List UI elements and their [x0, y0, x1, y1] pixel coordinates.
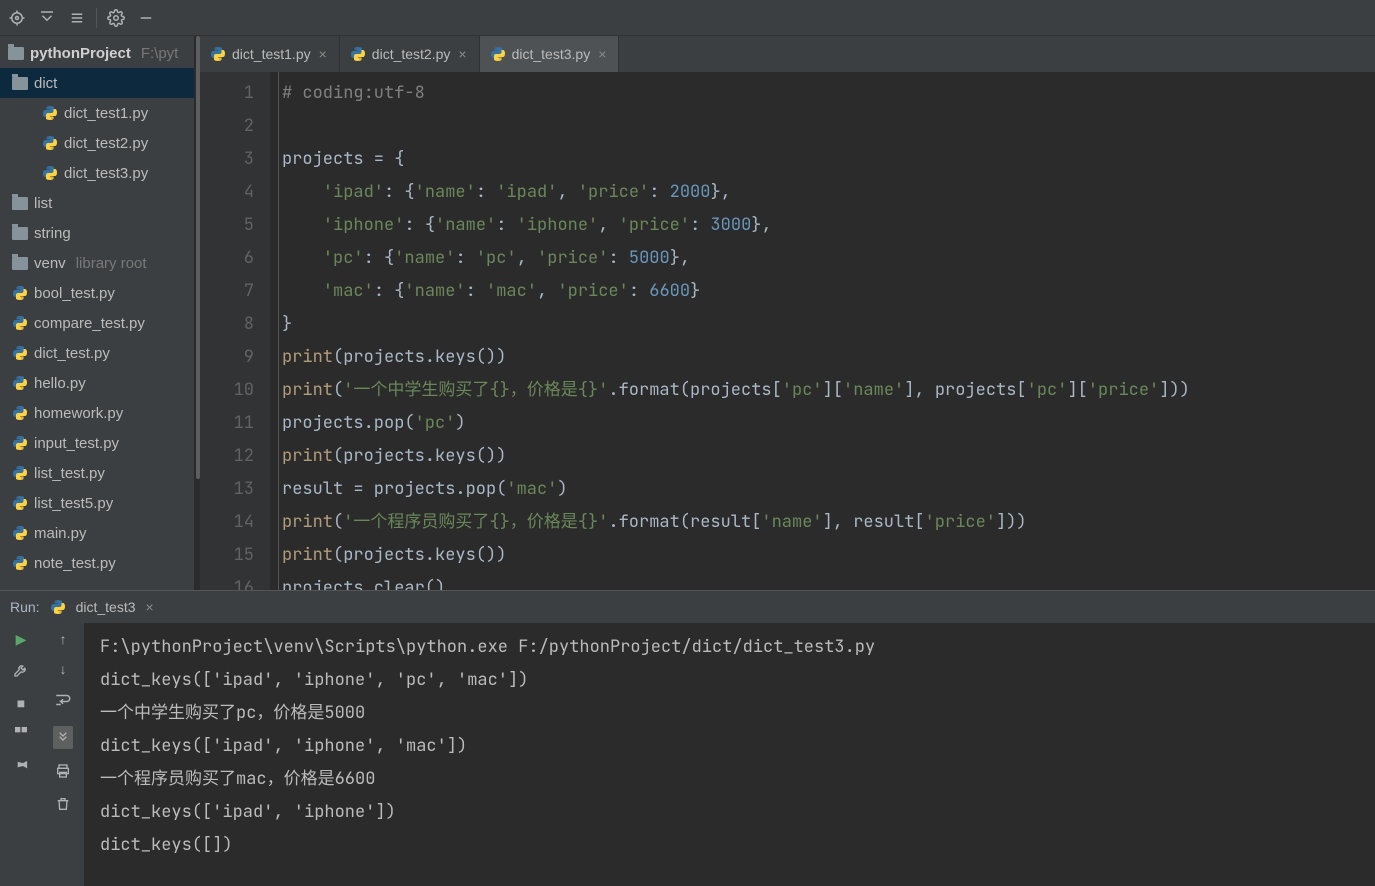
file-label: dict_test1.py: [64, 105, 148, 122]
python-icon: [12, 345, 28, 361]
file-label: dict_test2.py: [64, 135, 148, 152]
folder-hint: library root: [76, 255, 147, 272]
stop-icon[interactable]: ■: [17, 695, 25, 711]
folder-icon: [12, 197, 28, 210]
file-label: homework.py: [34, 405, 123, 422]
python-icon: [12, 525, 28, 541]
file-label: list_test.py: [34, 465, 105, 482]
wrench-icon[interactable]: [13, 662, 29, 681]
python-icon: [12, 285, 28, 301]
close-icon[interactable]: ×: [456, 46, 468, 62]
file-label: dict_test3.py: [64, 165, 148, 182]
editor-tabs: dict_test1.py×dict_test2.py×dict_test3.p…: [200, 36, 1375, 72]
minimize-icon[interactable]: [135, 7, 157, 29]
pin-icon[interactable]: [13, 758, 29, 777]
editor-tab[interactable]: dict_test1.py ×: [200, 36, 340, 72]
python-icon: [12, 375, 28, 391]
tab-label: dict_test3.py: [512, 46, 591, 62]
folder-node[interactable]: list: [0, 188, 200, 218]
file-label: dict_test.py: [34, 345, 110, 362]
target-icon[interactable]: [6, 7, 28, 29]
python-icon: [42, 105, 58, 121]
file-node[interactable]: dict_test.py: [0, 338, 200, 368]
file-node[interactable]: dict_test2.py: [0, 128, 200, 158]
down-icon[interactable]: ↓: [60, 661, 67, 677]
tab-label: dict_test2.py: [372, 46, 451, 62]
editor-tab[interactable]: dict_test3.py ×: [480, 36, 620, 72]
file-node[interactable]: dict_test1.py: [0, 98, 200, 128]
select-opened-icon[interactable]: [36, 7, 58, 29]
python-icon: [42, 135, 58, 151]
soft-wrap-icon[interactable]: [54, 691, 72, 712]
file-node[interactable]: list_test.py: [0, 458, 200, 488]
print-icon[interactable]: [55, 763, 71, 782]
close-icon[interactable]: ×: [146, 599, 154, 615]
file-label: compare_test.py: [34, 315, 145, 332]
collapse-all-icon[interactable]: [66, 7, 88, 29]
project-root-label: pythonProject: [30, 45, 131, 62]
close-icon[interactable]: ×: [596, 46, 608, 62]
python-icon: [42, 165, 58, 181]
folder-node[interactable]: venv library root: [0, 248, 200, 278]
folder-icon: [12, 227, 28, 240]
python-icon: [50, 599, 66, 615]
up-icon[interactable]: ↑: [60, 631, 67, 647]
run-label: Run:: [10, 599, 40, 615]
file-node[interactable]: main.py: [0, 518, 200, 548]
file-label: bool_test.py: [34, 285, 115, 302]
run-icon[interactable]: ▶: [16, 631, 27, 648]
project-root-hint: F:\pyt: [141, 45, 179, 62]
folder-dict[interactable]: dict: [0, 68, 200, 98]
scroll-to-end-icon[interactable]: [53, 726, 73, 749]
gutter: 12345678910111213141516: [200, 72, 270, 590]
python-icon: [12, 435, 28, 451]
code-editor[interactable]: # coding:utf-8 projects = { 'ipad': {'na…: [270, 72, 1375, 590]
python-icon: [12, 465, 28, 481]
file-node[interactable]: hello.py: [0, 368, 200, 398]
python-icon: [490, 46, 506, 62]
file-node[interactable]: dict_test3.py: [0, 158, 200, 188]
python-icon: [350, 46, 366, 62]
project-toolbar: [0, 0, 1375, 36]
file-node[interactable]: compare_test.py: [0, 308, 200, 338]
editor-tab[interactable]: dict_test2.py ×: [340, 36, 480, 72]
layout-icon[interactable]: [13, 725, 29, 744]
file-node[interactable]: bool_test.py: [0, 278, 200, 308]
folder-icon: [8, 47, 24, 60]
file-node[interactable]: note_test.py: [0, 548, 200, 578]
python-icon: [12, 555, 28, 571]
folder-label: string: [34, 225, 71, 242]
project-root[interactable]: pythonProject F:\pyt: [0, 38, 200, 68]
file-label: input_test.py: [34, 435, 119, 452]
folder-icon: [12, 77, 28, 90]
run-output[interactable]: F:\pythonProject\venv\Scripts\python.exe…: [84, 623, 1375, 886]
file-label: hello.py: [34, 375, 86, 392]
file-label: note_test.py: [34, 555, 116, 572]
folder-icon: [12, 257, 28, 270]
settings-icon[interactable]: [105, 7, 127, 29]
run-tab-label[interactable]: dict_test3: [76, 599, 136, 615]
python-icon: [12, 315, 28, 331]
close-icon[interactable]: ×: [317, 46, 329, 62]
python-icon: [12, 495, 28, 511]
python-icon: [210, 46, 226, 62]
python-icon: [12, 405, 28, 421]
file-node[interactable]: input_test.py: [0, 428, 200, 458]
file-label: list_test5.py: [34, 495, 113, 512]
tab-label: dict_test1.py: [232, 46, 311, 62]
folder-node[interactable]: string: [0, 218, 200, 248]
run-panel: Run: dict_test3 × ▶ ■ ↑ ↓ F:\pythonProje…: [0, 590, 1375, 886]
project-sidebar[interactable]: pythonProject F:\pyt dict dict_test1.pyd…: [0, 36, 200, 590]
trash-icon[interactable]: [55, 796, 71, 815]
folder-label: venv: [34, 255, 66, 272]
file-label: main.py: [34, 525, 87, 542]
file-node[interactable]: homework.py: [0, 398, 200, 428]
folder-label: list: [34, 195, 52, 212]
folder-dict-label: dict: [34, 75, 57, 92]
file-node[interactable]: list_test5.py: [0, 488, 200, 518]
